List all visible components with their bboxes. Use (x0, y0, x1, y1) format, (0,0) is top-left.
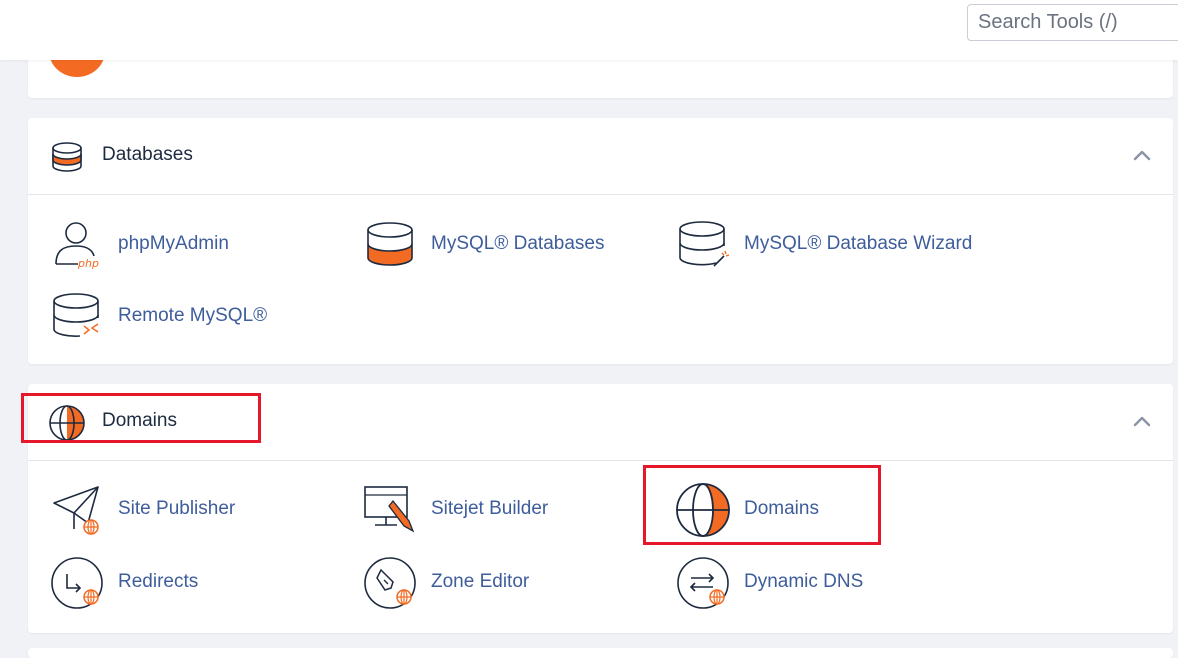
domains-section: Domains Site Publisher Sitejet Builder D… (28, 384, 1173, 633)
databases-section-title: Databases (102, 144, 193, 165)
dynamic-dns-icon (677, 557, 729, 609)
databases-section-header[interactable]: Databases (28, 118, 1173, 195)
tool-label: Zone Editor (431, 571, 530, 592)
remote-mysql-icon (53, 293, 99, 337)
tool-label: MySQL® Databases (431, 233, 605, 254)
top-bar (0, 0, 1178, 60)
chevron-up-icon[interactable] (1133, 148, 1151, 162)
mysql-wizard-icon (679, 221, 730, 267)
mysql-databases-icon (367, 222, 413, 266)
chevron-up-icon[interactable] (1133, 414, 1151, 428)
domains-globe-icon (676, 483, 730, 537)
domains-section-header[interactable]: Domains (28, 384, 1173, 461)
sitejet-builder-icon (364, 486, 415, 533)
tool-label: Domains (744, 498, 819, 519)
domains-section-title: Domains (102, 410, 177, 431)
search-tools-input[interactable] (967, 4, 1178, 41)
site-publisher-icon (53, 486, 99, 535)
database-icon (52, 142, 82, 172)
zone-editor-icon (364, 557, 416, 609)
tool-label: phpMyAdmin (118, 233, 229, 254)
databases-section: Databases php phpMyAdmin MySQL® Database… (28, 118, 1173, 364)
tool-label: Site Publisher (118, 498, 236, 519)
redirects-icon (51, 557, 103, 609)
svg-text:php: php (77, 257, 99, 270)
tool-label: Dynamic DNS (744, 571, 864, 592)
tool-label: Remote MySQL® (118, 305, 268, 326)
tool-label: Sitejet Builder (431, 498, 549, 519)
next-section-panel (28, 648, 1173, 658)
tool-label: MySQL® Database Wizard (744, 233, 973, 254)
tool-label: Redirects (118, 571, 199, 592)
globe-icon (49, 405, 85, 441)
phpmyadmin-icon: php (55, 222, 99, 270)
